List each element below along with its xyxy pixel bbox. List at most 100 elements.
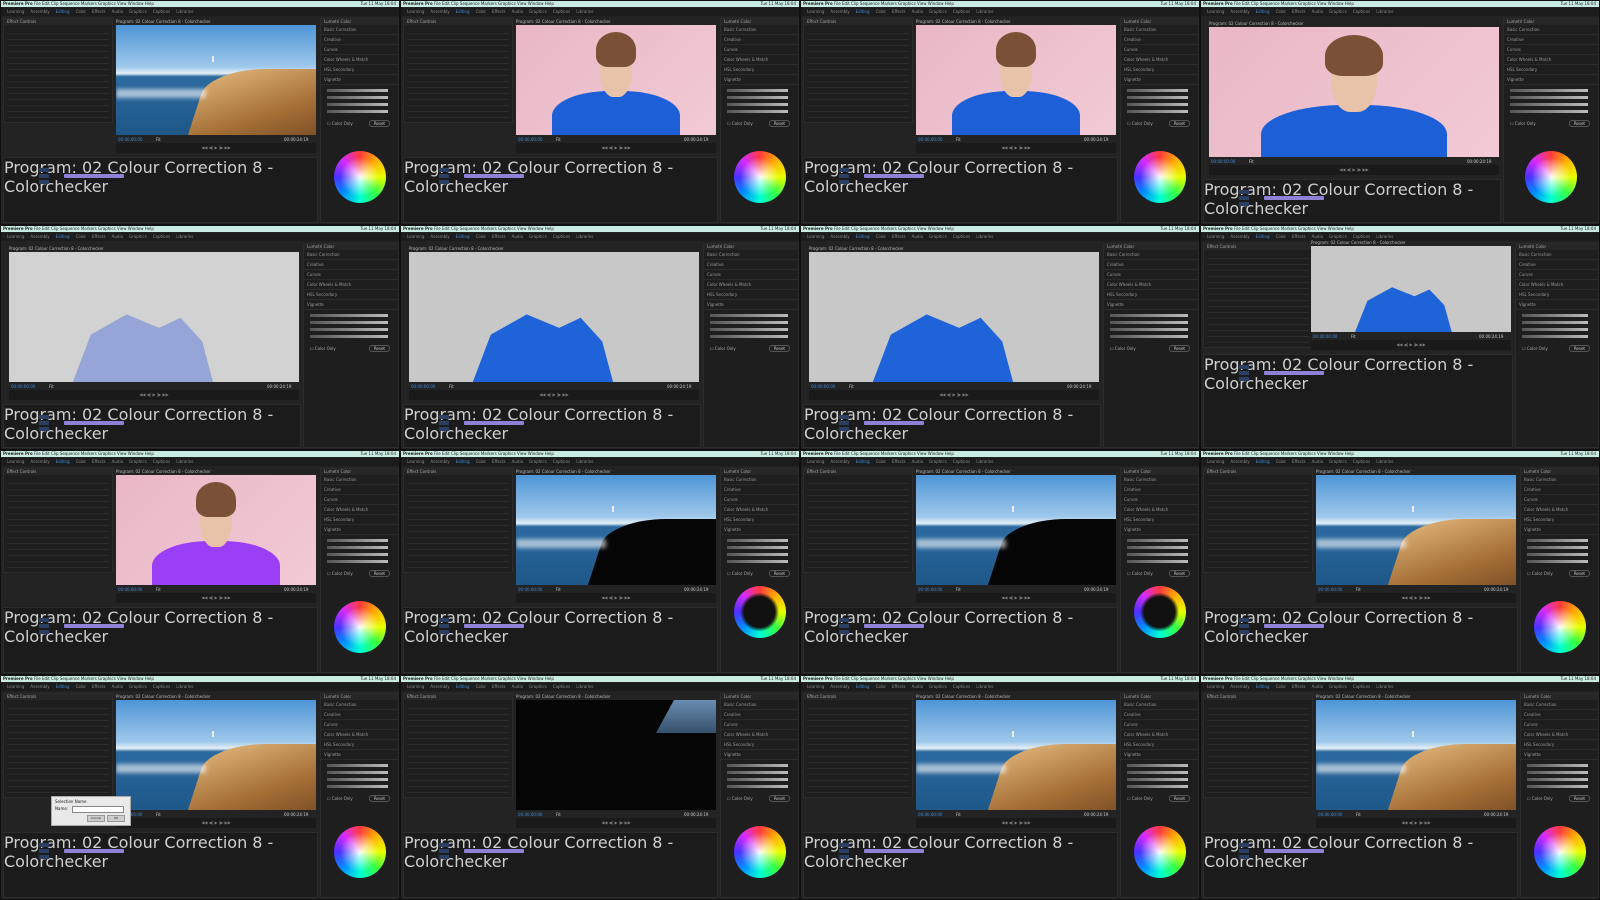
video-clip[interactable]	[864, 849, 924, 853]
workspace-tab[interactable]: Color	[1276, 9, 1286, 14]
workspace-tab[interactable]: Captions	[153, 234, 171, 239]
workspace-tab[interactable]: Graphics	[529, 684, 547, 689]
track-header[interactable]	[839, 180, 849, 184]
slider-track[interactable]	[327, 785, 388, 788]
slider-track[interactable]	[1510, 96, 1588, 99]
slider-track[interactable]	[1527, 764, 1588, 767]
slider-track[interactable]	[727, 110, 788, 113]
track-header[interactable]	[39, 630, 49, 634]
color-only-checkbox[interactable]: ☐ Color Only	[1127, 796, 1153, 801]
workspace-tab[interactable]: Captions	[553, 9, 571, 14]
workspace-tab[interactable]: Color	[476, 684, 486, 689]
track-header[interactable]	[1239, 202, 1249, 206]
track-header[interactable]	[439, 630, 449, 634]
slider-track[interactable]	[1127, 539, 1188, 542]
slider-track[interactable]	[327, 764, 388, 767]
menu-item[interactable]: View	[117, 451, 128, 456]
menu-item[interactable]: View	[917, 451, 928, 456]
workspace-tab[interactable]: Assembly	[1230, 9, 1249, 14]
slider-track[interactable]	[1127, 778, 1188, 781]
lumetri-section[interactable]: Vignette	[1521, 750, 1598, 760]
workspace-tab[interactable]: Color	[876, 9, 886, 14]
workspace-tab[interactable]: Audio	[1312, 459, 1323, 464]
workspace-tab[interactable]: Color	[876, 459, 886, 464]
menu-item[interactable]: Window	[528, 1, 545, 6]
slider-track[interactable]	[327, 539, 388, 542]
reset-button[interactable]: Reset	[1168, 345, 1190, 352]
workspace-tab[interactable]: Color	[876, 234, 886, 239]
menu-item[interactable]: Markers	[81, 676, 98, 681]
menu-item[interactable]: Clip	[51, 1, 60, 6]
slider-track[interactable]	[327, 771, 388, 774]
menu-item[interactable]: View	[917, 226, 928, 231]
lumetri-section[interactable]: Basic Correction	[321, 25, 398, 35]
slider-track[interactable]	[327, 560, 388, 563]
workspace-tab[interactable]: Learning	[807, 234, 824, 239]
menu-item[interactable]: Markers	[81, 226, 98, 231]
menu-item[interactable]: Window	[928, 451, 945, 456]
workspace-tab[interactable]: Effects	[892, 684, 906, 689]
hue-wheel[interactable]	[1133, 151, 1186, 203]
menu-item[interactable]: File	[34, 226, 42, 231]
workspace-tab[interactable]: Effects	[92, 684, 106, 689]
workspace-tab[interactable]: Editing	[456, 9, 470, 14]
menu-item[interactable]: Premiere Pro	[803, 451, 834, 456]
lumetri-section[interactable]: HSL Secondary	[304, 290, 398, 300]
menu-item[interactable]: Sequence	[860, 1, 881, 6]
slider-track[interactable]	[327, 553, 388, 556]
zoom-fit[interactable]: Fit	[156, 812, 161, 817]
reset-button[interactable]: Reset	[768, 120, 790, 127]
workspace-tab[interactable]: Color	[76, 684, 86, 689]
lumetri-section[interactable]: Curves	[1516, 270, 1598, 280]
hue-wheel[interactable]	[333, 826, 386, 878]
slider-track[interactable]	[310, 328, 388, 331]
menu-item[interactable]: View	[517, 1, 528, 6]
menu-item[interactable]: Edit	[842, 451, 851, 456]
workspace-tab[interactable]: Assembly	[30, 234, 49, 239]
menu-item[interactable]: Help	[545, 676, 554, 681]
lumetri-section[interactable]: Basic Correction	[321, 475, 398, 485]
workspace-tab[interactable]: Graphics	[129, 234, 147, 239]
workspace-tab[interactable]: Assembly	[430, 9, 449, 14]
lumetri-section[interactable]: HSL Secondary	[1121, 515, 1198, 525]
menu-item[interactable]: Markers	[1281, 451, 1298, 456]
track-header[interactable]	[839, 415, 849, 419]
menu-item[interactable]: Help	[545, 451, 554, 456]
workspace-tab[interactable]: Editing	[56, 684, 70, 689]
menu-item[interactable]: View	[1317, 451, 1328, 456]
workspace-tab[interactable]: Libraries	[976, 234, 993, 239]
lumetri-section[interactable]: Vignette	[1121, 525, 1198, 535]
lumetri-section[interactable]: Creative	[1121, 35, 1198, 45]
workspace-tab[interactable]: Captions	[1353, 9, 1371, 14]
menu-item[interactable]: Edit	[1242, 451, 1251, 456]
lumetri-section[interactable]: Basic Correction	[304, 250, 398, 260]
slider-track[interactable]	[727, 553, 788, 556]
lumetri-section[interactable]: Curves	[321, 720, 398, 730]
lumetri-section[interactable]: Basic Correction	[1521, 700, 1598, 710]
workspace-tab[interactable]: Assembly	[830, 9, 849, 14]
workspace-tab[interactable]: Editing	[456, 684, 470, 689]
workspace-tab[interactable]: Effects	[892, 234, 906, 239]
slider-track[interactable]	[1127, 96, 1188, 99]
menu-item[interactable]: Graphics	[498, 1, 517, 6]
menu-item[interactable]: Help	[945, 451, 954, 456]
slider-track[interactable]	[1510, 103, 1588, 106]
slider-track[interactable]	[1522, 335, 1588, 338]
menu-item[interactable]: Graphics	[98, 676, 117, 681]
workspace-tab[interactable]: Editing	[856, 234, 870, 239]
hue-wheel[interactable]	[1533, 826, 1586, 878]
workspace-tab[interactable]: Captions	[1353, 459, 1371, 464]
hue-wheel[interactable]	[333, 601, 386, 653]
workspace-tab[interactable]: Learning	[407, 459, 424, 464]
hue-wheel[interactable]	[733, 586, 786, 638]
menu-item[interactable]: Premiere Pro	[3, 1, 34, 6]
workspace-tab[interactable]: Learning	[7, 234, 24, 239]
slider-track[interactable]	[1522, 314, 1588, 317]
video-clip[interactable]	[864, 624, 924, 628]
lumetri-section[interactable]: Basic Correction	[721, 475, 798, 485]
lumetri-section[interactable]: Color Wheels & Match	[304, 280, 398, 290]
menu-item[interactable]: Premiere Pro	[403, 451, 434, 456]
track-header[interactable]	[1239, 190, 1249, 194]
menu-item[interactable]: File	[1234, 451, 1242, 456]
workspace-tab[interactable]: Libraries	[1376, 459, 1393, 464]
